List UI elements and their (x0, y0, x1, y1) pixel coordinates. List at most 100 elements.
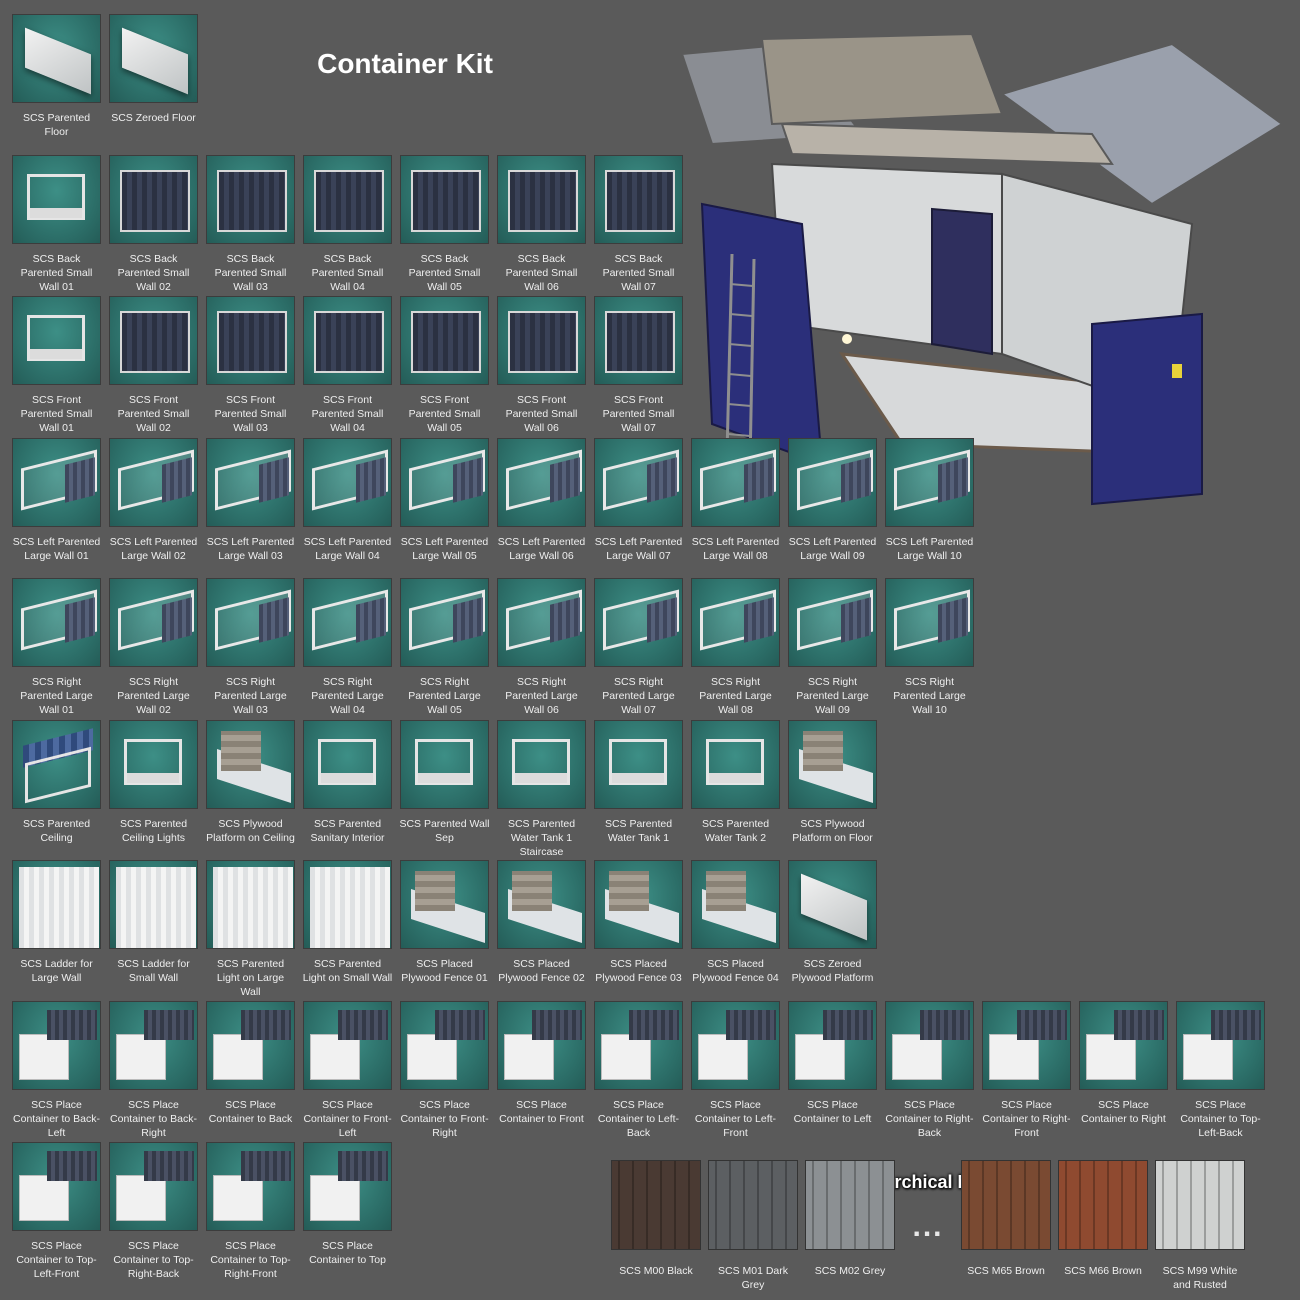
asset-tile[interactable]: SCS Left Parented Large Wall 10 (881, 438, 978, 563)
asset-tile[interactable]: SCS Parented Light on Small Wall (299, 860, 396, 985)
asset-tile[interactable]: SCS Place Container to Left (784, 1001, 881, 1126)
asset-tile[interactable]: SCS Front Parented Small Wall 05 (396, 296, 493, 435)
material-swatch-tile[interactable]: SCS M99 White and Rusted (1150, 1160, 1250, 1292)
asset-label: SCS Front Parented Small Wall 06 (505, 394, 578, 434)
asset-tile[interactable]: SCS Place Container to Left- Front (687, 1001, 784, 1140)
asset-tile[interactable]: SCS Left Parented Large Wall 07 (590, 438, 687, 563)
material-swatch-tile[interactable]: SCS M66 Brown (1053, 1160, 1153, 1278)
asset-thumbnail (109, 1142, 198, 1231)
asset-tile[interactable]: SCS Place Container to Back (202, 1001, 299, 1126)
asset-tile[interactable]: SCS Left Parented Large Wall 05 (396, 438, 493, 563)
asset-tile[interactable]: SCS Place Container to Top- Left-Back (1172, 1001, 1269, 1140)
asset-tile[interactable]: SCS Parented Sanitary Interior (299, 720, 396, 845)
asset-tile[interactable]: SCS Left Parented Large Wall 08 (687, 438, 784, 563)
material-label: SCS M66 Brown (1064, 1265, 1142, 1277)
asset-tile[interactable]: SCS Front Parented Small Wall 07 (590, 296, 687, 435)
asset-tile[interactable]: SCS Plywood Platform on Floor (784, 720, 881, 845)
asset-tile[interactable]: SCS Parented Ceiling (8, 720, 105, 845)
asset-tile[interactable]: SCS Ladder for Large Wall (8, 860, 105, 985)
asset-tile[interactable]: SCS Right Parented Large Wall 08 (687, 578, 784, 717)
asset-tile[interactable]: SCS Placed Plywood Fence 02 (493, 860, 590, 985)
asset-label: SCS Parented Water Tank 2 (701, 818, 770, 844)
asset-tile[interactable]: SCS Placed Plywood Fence 03 (590, 860, 687, 985)
asset-tile[interactable]: SCS Back Parented Small Wall 02 (105, 155, 202, 294)
asset-tile[interactable]: SCS Parented Water Tank 2 (687, 720, 784, 845)
material-swatch-tile[interactable]: SCS M65 Brown (956, 1160, 1056, 1278)
asset-tile[interactable]: SCS Left Parented Large Wall 03 (202, 438, 299, 563)
asset-tile[interactable]: SCS Right Parented Large Wall 06 (493, 578, 590, 717)
asset-thumbnail (206, 578, 295, 667)
asset-tile[interactable]: SCS Front Parented Small Wall 06 (493, 296, 590, 435)
asset-tile[interactable]: SCS Right Parented Large Wall 05 (396, 578, 493, 717)
asset-tile[interactable]: SCS Right Parented Large Wall 07 (590, 578, 687, 717)
asset-tile[interactable]: SCS Place Container to Top- Right-Front (202, 1142, 299, 1281)
asset-thumbnail (497, 578, 586, 667)
asset-tile[interactable]: SCS Place Container to Left- Back (590, 1001, 687, 1140)
asset-tile[interactable]: SCS Back Parented Small Wall 05 (396, 155, 493, 294)
asset-label: SCS Left Parented Large Wall 06 (497, 536, 586, 562)
asset-thumbnail (206, 1142, 295, 1231)
asset-tile[interactable]: SCS Place Container to Front (493, 1001, 590, 1126)
asset-tile[interactable]: SCS Back Parented Small Wall 01 (8, 155, 105, 294)
asset-tile[interactable]: SCS Parented Floor (8, 14, 105, 139)
asset-thumbnail (497, 1001, 586, 1090)
asset-label: SCS Left Parented Large Wall 03 (206, 536, 295, 562)
asset-label: SCS Right Parented Large Wall 10 (893, 676, 966, 716)
asset-label: SCS Right Parented Large Wall 03 (214, 676, 287, 716)
asset-label: SCS Place Container to Top- Left-Front (16, 1240, 97, 1280)
asset-tile[interactable]: SCS Plywood Platform on Ceiling (202, 720, 299, 845)
asset-thumbnail (303, 1001, 392, 1090)
asset-tile[interactable]: SCS Place Container to Front- Left (299, 1001, 396, 1140)
asset-label: SCS Right Parented Large Wall 01 (20, 676, 93, 716)
asset-tile[interactable]: SCS Back Parented Small Wall 06 (493, 155, 590, 294)
asset-tile[interactable]: SCS Place Container to Top (299, 1142, 396, 1267)
asset-tile[interactable]: SCS Placed Plywood Fence 04 (687, 860, 784, 985)
asset-tile[interactable]: SCS Place Container to Right (1075, 1001, 1172, 1126)
asset-thumbnail (885, 1001, 974, 1090)
asset-tile[interactable]: SCS Ladder for Small Wall (105, 860, 202, 985)
asset-tile[interactable]: SCS Right Parented Large Wall 01 (8, 578, 105, 717)
material-swatch-tile[interactable]: SCS M01 Dark Grey (703, 1160, 803, 1292)
asset-tile[interactable]: SCS Left Parented Large Wall 01 (8, 438, 105, 563)
asset-label: SCS Right Parented Large Wall 07 (602, 676, 675, 716)
asset-tile[interactable]: SCS Parented Wall Sep (396, 720, 493, 845)
asset-tile[interactable]: SCS Place Container to Top- Left-Front (8, 1142, 105, 1281)
material-swatch-tile[interactable]: SCS M00 Black (606, 1160, 706, 1278)
asset-tile[interactable]: SCS Place Container to Back- Right (105, 1001, 202, 1140)
asset-tile[interactable]: SCS Front Parented Small Wall 03 (202, 296, 299, 435)
asset-tile[interactable]: SCS Left Parented Large Wall 04 (299, 438, 396, 563)
asset-tile[interactable]: SCS Left Parented Large Wall 09 (784, 438, 881, 563)
asset-tile[interactable]: SCS Left Parented Large Wall 06 (493, 438, 590, 563)
asset-thumbnail (497, 860, 586, 949)
asset-label: SCS Ladder for Large Wall (20, 958, 93, 984)
asset-tile[interactable]: SCS Right Parented Large Wall 04 (299, 578, 396, 717)
asset-tile[interactable]: SCS Parented Light on Large Wall (202, 860, 299, 999)
asset-tile[interactable]: SCS Place Container to Right- Front (978, 1001, 1075, 1140)
material-swatch-tile[interactable]: SCS M02 Grey (800, 1160, 900, 1278)
asset-tile[interactable]: SCS Front Parented Small Wall 01 (8, 296, 105, 435)
asset-tile[interactable]: SCS Place Container to Front- Right (396, 1001, 493, 1140)
asset-tile[interactable]: SCS Left Parented Large Wall 02 (105, 438, 202, 563)
asset-tile[interactable]: SCS Right Parented Large Wall 10 (881, 578, 978, 717)
asset-tile[interactable]: SCS Zeroed Plywood Platform (784, 860, 881, 985)
asset-tile[interactable]: SCS Place Container to Top- Right-Back (105, 1142, 202, 1281)
asset-tile[interactable]: SCS Zeroed Floor (105, 14, 202, 125)
asset-tile[interactable]: SCS Right Parented Large Wall 03 (202, 578, 299, 717)
asset-tile[interactable]: SCS Parented Water Tank 1 (590, 720, 687, 845)
asset-tile[interactable]: SCS Right Parented Large Wall 02 (105, 578, 202, 717)
asset-tile[interactable]: SCS Placed Plywood Fence 01 (396, 860, 493, 985)
asset-tile[interactable]: SCS Right Parented Large Wall 09 (784, 578, 881, 717)
asset-tile[interactable]: SCS Front Parented Small Wall 02 (105, 296, 202, 435)
asset-tile[interactable]: SCS Back Parented Small Wall 07 (590, 155, 687, 294)
asset-thumbnail (788, 720, 877, 809)
asset-tile[interactable]: SCS Parented Water Tank 1 Staircase (493, 720, 590, 859)
asset-label: SCS Left Parented Large Wall 01 (12, 536, 101, 562)
asset-tile[interactable]: SCS Back Parented Small Wall 03 (202, 155, 299, 294)
asset-label: SCS Back Parented Small Wall 01 (20, 253, 93, 293)
asset-label: SCS Parented Light on Small Wall (302, 958, 393, 984)
asset-tile[interactable]: SCS Parented Ceiling Lights (105, 720, 202, 845)
asset-tile[interactable]: SCS Place Container to Back- Left (8, 1001, 105, 1140)
asset-tile[interactable]: SCS Front Parented Small Wall 04 (299, 296, 396, 435)
asset-tile[interactable]: SCS Place Container to Right- Back (881, 1001, 978, 1140)
asset-tile[interactable]: SCS Back Parented Small Wall 04 (299, 155, 396, 294)
